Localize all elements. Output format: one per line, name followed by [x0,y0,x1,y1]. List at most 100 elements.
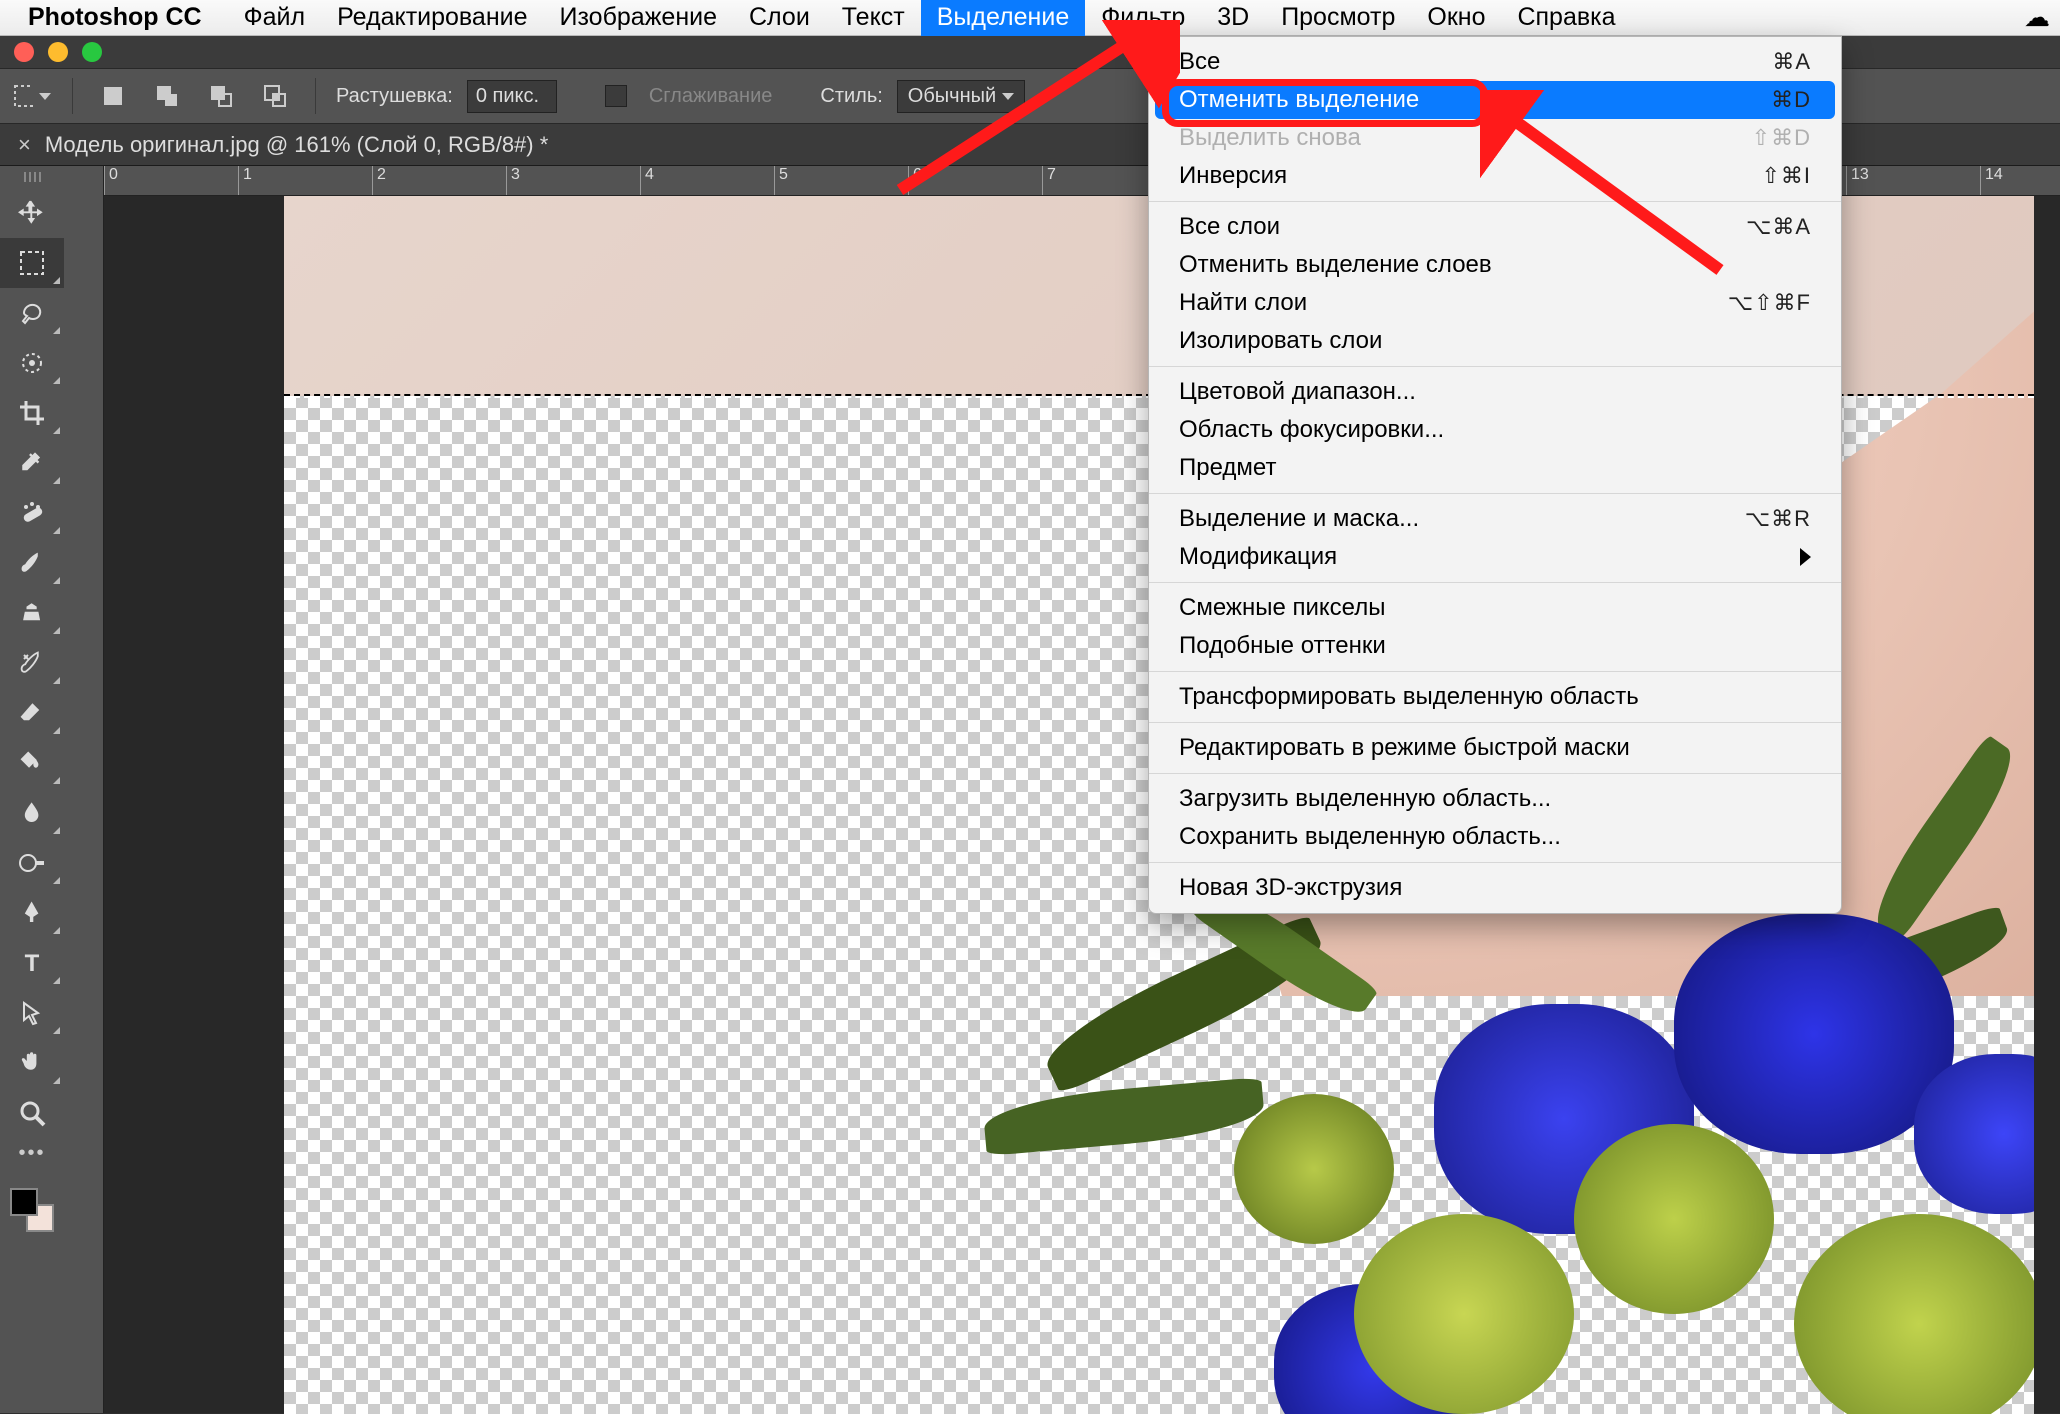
menu-item[interactable]: Смежные пикселы [1149,589,1841,627]
path-selection-tool[interactable] [0,988,64,1038]
menu-item[interactable]: Цветовой диапазон... [1149,373,1841,411]
tab-close-icon[interactable]: × [18,132,31,158]
ruler-tick: 0 [104,166,238,195]
menu-item-label: Выделение и маска... [1179,505,1745,533]
menu-item[interactable]: Изолировать слои [1149,322,1841,360]
rectangular-marquee-tool[interactable] [0,238,64,288]
tools-more-icon[interactable]: ••• [0,1138,64,1168]
paint-bucket-tool[interactable] [0,738,64,788]
history-brush-tool[interactable] [0,638,64,688]
foreground-color-swatch[interactable] [10,1188,38,1216]
foreground-background-colors[interactable] [10,1188,54,1232]
menu-item-shortcut: ⌥⌘A [1746,214,1811,240]
menu-item[interactable]: Модификация [1149,538,1841,576]
menu-item-shortcut: ⌥⇧⌘F [1728,290,1811,316]
document-tab-title[interactable]: Модель оригинал.jpg @ 161% (Слой 0, RGB/… [45,132,548,158]
menu-item: Выделить снова⇧⌘D [1149,119,1841,157]
menu-item[interactable]: Все слои⌥⌘A [1149,208,1841,246]
menu-item[interactable]: Сохранить выделенную область... [1149,818,1841,856]
brush-tool[interactable] [0,538,64,588]
mac-menu-bar: Photoshop CC Файл Редактирование Изображ… [0,0,2060,36]
menu-item[interactable]: Все⌘A [1149,43,1841,81]
pen-tool[interactable] [0,888,64,938]
panel-grip[interactable] [15,172,49,182]
window-close[interactable] [14,42,34,62]
menu-item-label: Изолировать слои [1179,327,1811,355]
menu-item[interactable]: Выделение и маска...⌥⌘R [1149,500,1841,538]
menu-item[interactable]: Редактировать в режиме быстрой маски [1149,729,1841,767]
chevron-down-icon [39,93,51,100]
select-menu-dropdown: Все⌘AОтменить выделение⌘DВыделить снова⇧… [1148,36,1842,914]
menu-layers[interactable]: Слои [733,0,826,36]
menu-filter[interactable]: Фильтр [1085,0,1201,36]
menu-item-label: Модификация [1179,543,1800,571]
menu-item-label: Найти слои [1179,289,1728,317]
creative-cloud-icon[interactable]: ☁︎ [2024,2,2050,33]
antialias-checkbox[interactable] [605,85,627,107]
menu-item-label: Предмет [1179,454,1811,482]
ruler-tick: 13 [1846,166,1980,195]
eraser-tool[interactable] [0,688,64,738]
menu-item-label: Все слои [1179,213,1746,241]
selection-intersect[interactable] [255,76,295,116]
menu-item-label: Область фокусировки... [1179,416,1811,444]
menu-item-label: Сохранить выделенную область... [1179,823,1811,851]
menu-item-label: Подобные оттенки [1179,632,1811,660]
window-minimize[interactable] [48,42,68,62]
menu-item-label: Инверсия [1179,162,1761,190]
menu-3d[interactable]: 3D [1201,0,1265,36]
feather-input[interactable] [467,80,557,113]
move-tool[interactable] [0,188,64,238]
selection-new[interactable] [93,76,133,116]
menu-item-label: Отменить выделение [1179,86,1771,114]
menu-item[interactable]: Новая 3D-экструзия [1149,869,1841,907]
menu-item-shortcut: ⇧⌘I [1761,163,1811,189]
menu-edit[interactable]: Редактирование [321,0,543,36]
zoom-tool[interactable] [0,1088,64,1138]
quick-selection-tool[interactable] [0,338,64,388]
menu-item[interactable]: Трансформировать выделенную область [1149,678,1841,716]
menu-file[interactable]: Файл [228,0,321,36]
spot-healing-tool[interactable] [0,488,64,538]
style-value: Обычный [908,85,996,108]
ruler-vertical[interactable] [64,166,104,1413]
menu-item[interactable]: Найти слои⌥⇧⌘F [1149,284,1841,322]
menu-select[interactable]: Выделение [921,0,1085,36]
eyedropper-tool[interactable] [0,438,64,488]
menu-type[interactable]: Текст [826,0,921,36]
style-select[interactable]: Обычный [897,80,1025,113]
menu-item[interactable]: Область фокусировки... [1149,411,1841,449]
style-label: Стиль: [820,85,882,108]
app-name[interactable]: Photoshop CC [28,3,202,32]
menu-item-label: Смежные пикселы [1179,594,1811,622]
tools-panel: T ••• [0,166,64,1413]
marquee-tool-preset[interactable] [12,76,52,116]
lasso-tool[interactable] [0,288,64,338]
menu-window[interactable]: Окно [1411,0,1501,36]
dodge-tool[interactable] [0,838,64,888]
menu-item-label: Все [1179,48,1772,76]
menu-item[interactable]: Инверсия⇧⌘I [1149,157,1841,195]
menu-item[interactable]: Отменить выделение слоев [1149,246,1841,284]
hand-tool[interactable] [0,1038,64,1088]
blur-tool[interactable] [0,788,64,838]
menu-item[interactable]: Предмет [1149,449,1841,487]
menu-item-shortcut: ⌥⌘R [1745,506,1811,532]
window-zoom[interactable] [82,42,102,62]
menu-help[interactable]: Справка [1501,0,1631,36]
menu-view[interactable]: Просмотр [1265,0,1411,36]
clone-stamp-tool[interactable] [0,588,64,638]
menu-item[interactable]: Отменить выделение⌘D [1155,81,1835,119]
menu-item-label: Цветовой диапазон... [1179,378,1811,406]
menu-item-shortcut: ⌘A [1772,49,1811,75]
menu-item-shortcut: ⌘D [1771,87,1811,113]
selection-add[interactable] [147,76,187,116]
menu-item-label: Выделить снова [1179,124,1752,152]
selection-subtract[interactable] [201,76,241,116]
menu-item[interactable]: Загрузить выделенную область... [1149,780,1841,818]
crop-tool[interactable] [0,388,64,438]
type-tool[interactable]: T [0,938,64,988]
menu-image[interactable]: Изображение [544,0,733,36]
menu-item[interactable]: Подобные оттенки [1149,627,1841,665]
menu-item-label: Редактировать в режиме быстрой маски [1179,734,1811,762]
